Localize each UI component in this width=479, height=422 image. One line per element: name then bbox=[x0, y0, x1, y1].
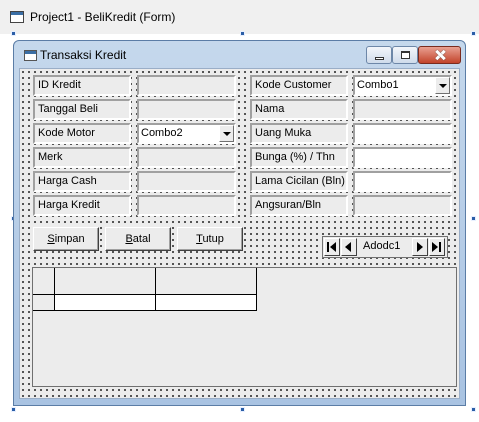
data-grid[interactable] bbox=[32, 267, 457, 387]
last-record-icon bbox=[432, 242, 441, 252]
dropdown-arrow-icon[interactable] bbox=[219, 125, 234, 142]
grid-cell[interactable] bbox=[156, 295, 257, 311]
lama-cicilan-field[interactable] bbox=[353, 171, 452, 192]
simpan-hotkey: S bbox=[47, 233, 55, 245]
dropdown-arrow-icon[interactable] bbox=[435, 77, 450, 94]
resize-handle-top-left[interactable] bbox=[11, 31, 16, 36]
form-icon bbox=[24, 50, 37, 61]
next-record-icon bbox=[417, 242, 423, 252]
next-record-button[interactable] bbox=[412, 238, 428, 256]
previous-record-icon bbox=[345, 242, 351, 252]
resize-handle-bottom[interactable] bbox=[240, 407, 245, 412]
adodc-navigator: Adodc1 bbox=[322, 236, 448, 258]
label-nama: Nama bbox=[250, 99, 348, 120]
resize-handle-top-right[interactable] bbox=[471, 31, 476, 36]
minimize-button[interactable] bbox=[366, 46, 392, 64]
kode-customer-combo[interactable]: Combo1 bbox=[353, 75, 452, 96]
label-tanggal-beli: Tanggal Beli bbox=[33, 99, 131, 120]
adodc-caption: Adodc1 bbox=[363, 240, 401, 252]
maximize-button[interactable] bbox=[392, 46, 418, 64]
kode-motor-combo-value: Combo2 bbox=[141, 127, 183, 139]
batal-button[interactable]: Batal bbox=[105, 227, 171, 251]
id-kredit-field[interactable] bbox=[137, 75, 236, 96]
harga-cash-field[interactable] bbox=[137, 171, 236, 192]
ide-titlebar: Project1 - BeliKredit (Form) bbox=[0, 0, 479, 34]
grid-cell[interactable] bbox=[55, 295, 156, 311]
tutup-button[interactable]: Tutup bbox=[177, 227, 243, 251]
label-merk: Merk bbox=[33, 147, 131, 168]
label-harga-cash: Harga Cash bbox=[33, 171, 131, 192]
uang-muka-field[interactable] bbox=[353, 123, 452, 144]
label-kode-customer: Kode Customer bbox=[250, 75, 348, 96]
batal-hotkey: B bbox=[125, 233, 133, 245]
label-kode-motor: Kode Motor bbox=[33, 123, 131, 144]
first-record-icon bbox=[327, 242, 336, 252]
simpan-button[interactable]: Simpan bbox=[33, 227, 99, 251]
ide-title: Project1 - BeliKredit (Form) bbox=[30, 10, 176, 24]
grid-column-header[interactable] bbox=[55, 268, 156, 295]
simpan-label: impan bbox=[54, 233, 85, 245]
form-designer-icon bbox=[10, 11, 24, 23]
tanggal-beli-field[interactable] bbox=[137, 99, 236, 120]
grid-column-header[interactable] bbox=[156, 268, 257, 295]
label-angsuran: Angsuran/Bln bbox=[250, 195, 348, 216]
resize-handle-right[interactable] bbox=[471, 216, 476, 221]
harga-kredit-field[interactable] bbox=[137, 195, 236, 216]
label-bunga: Bunga (%) / Thn bbox=[250, 147, 348, 168]
kode-motor-combo[interactable]: Combo2 bbox=[137, 123, 236, 144]
resize-handle-bottom-left[interactable] bbox=[11, 407, 16, 412]
label-lama-cicilan: Lama Cicilan (Bln) bbox=[250, 171, 348, 192]
tutup-label: utup bbox=[202, 233, 224, 245]
label-id-kredit: ID Kredit bbox=[33, 75, 131, 96]
grid-corner-cell bbox=[33, 268, 55, 295]
resize-handle-top[interactable] bbox=[240, 31, 245, 36]
nama-field[interactable] bbox=[353, 99, 452, 120]
last-record-button[interactable] bbox=[429, 238, 445, 256]
bunga-field[interactable] bbox=[353, 147, 452, 168]
batal-label: atal bbox=[132, 233, 151, 245]
resize-handle-bottom-right[interactable] bbox=[471, 407, 476, 412]
merk-field[interactable] bbox=[137, 147, 236, 168]
label-harga-kredit: Harga Kredit bbox=[33, 195, 131, 216]
previous-record-button[interactable] bbox=[341, 238, 357, 256]
angsuran-field[interactable] bbox=[353, 195, 452, 216]
grid-row-header[interactable] bbox=[33, 295, 55, 311]
kode-customer-combo-value: Combo1 bbox=[357, 79, 399, 91]
first-record-button[interactable] bbox=[324, 238, 340, 256]
close-button[interactable] bbox=[418, 46, 461, 64]
label-uang-muka: Uang Muka bbox=[250, 123, 348, 144]
form-title: Transaksi Kredit bbox=[40, 48, 127, 62]
